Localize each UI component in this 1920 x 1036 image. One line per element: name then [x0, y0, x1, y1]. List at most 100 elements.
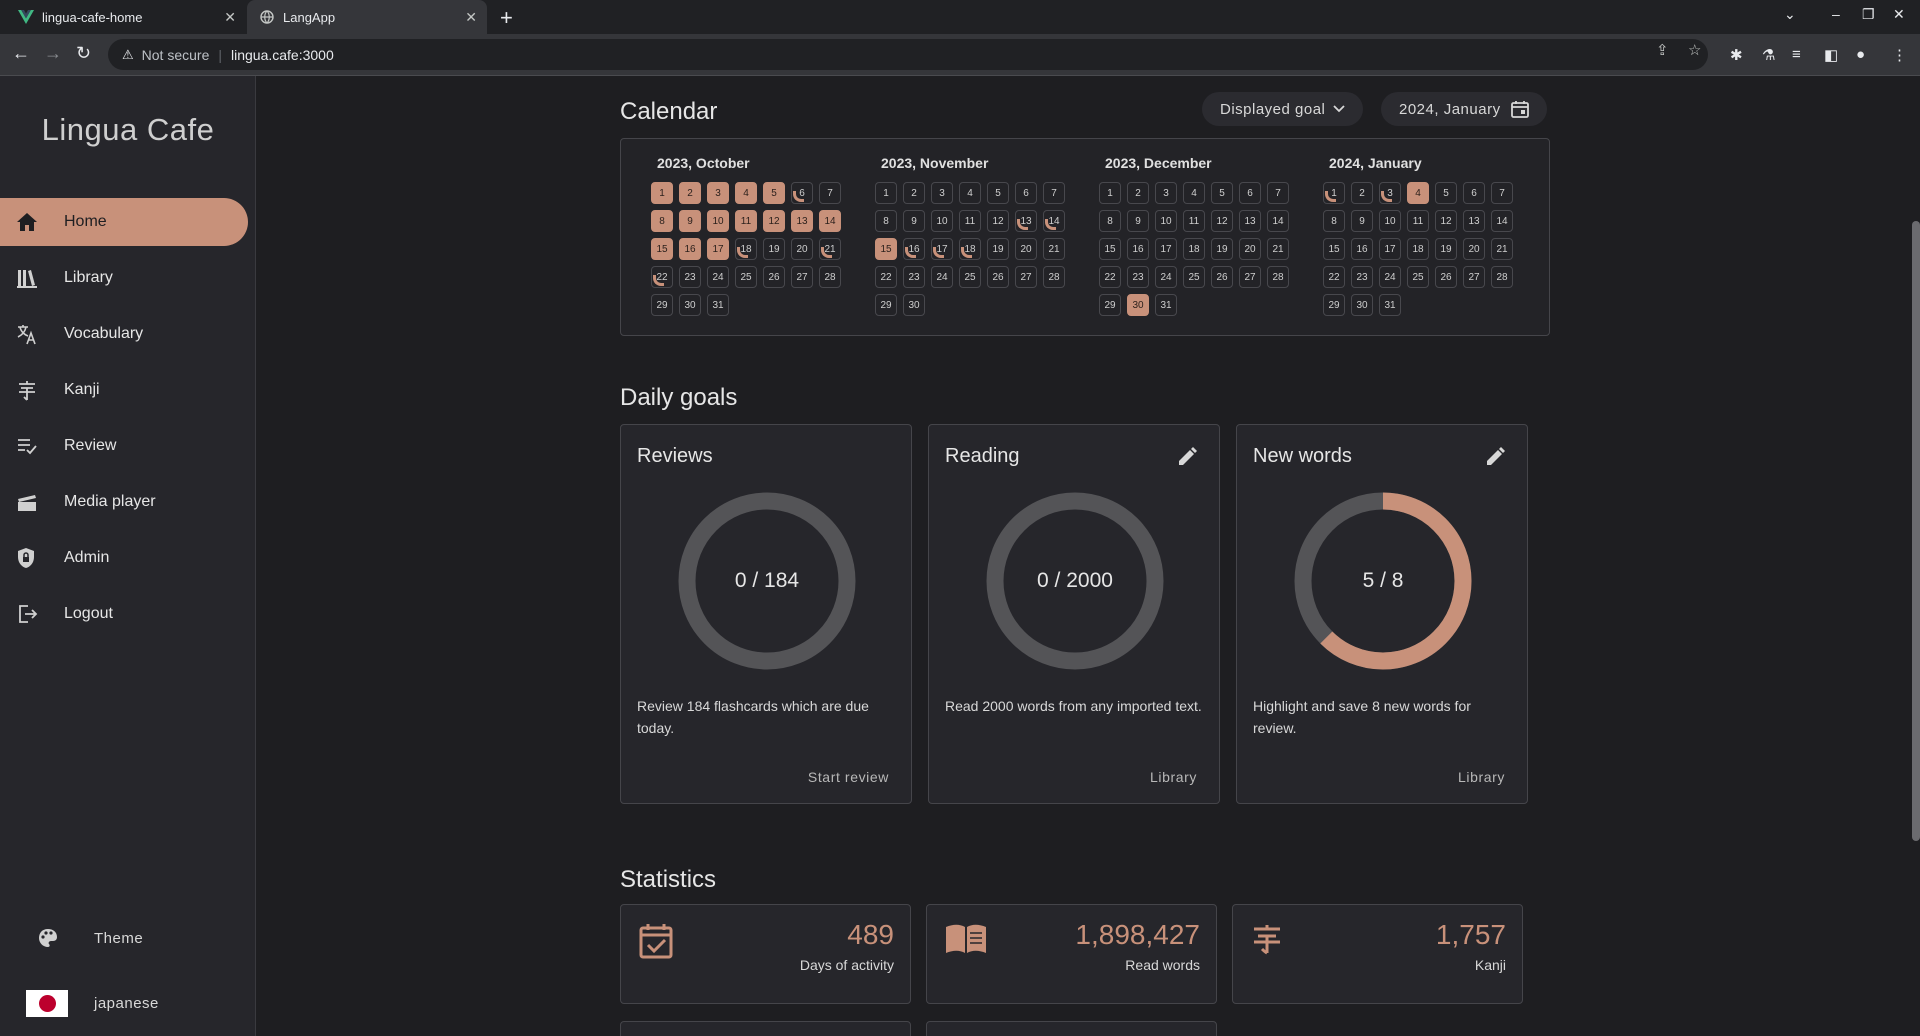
language-label: japanese — [94, 995, 159, 1012]
tab-search-chevron-icon[interactable]: ⌄ — [1784, 6, 1796, 23]
month-title: 2024, January — [1329, 155, 1422, 171]
sidebar-item-library[interactable]: Library — [0, 254, 248, 302]
calendar-day: 24 — [931, 266, 953, 288]
window-close-icon[interactable]: ✕ — [1893, 6, 1905, 23]
calendar-day: 21 — [1491, 238, 1513, 260]
browser-menu-icon[interactable]: ⋮ — [1892, 46, 1907, 64]
library-button[interactable]: Library — [1458, 769, 1505, 785]
calendar-day: 23 — [903, 266, 925, 288]
goal-card-new-words: New words 5 / 8 Highlight and save 8 new… — [1236, 424, 1528, 804]
calendar-month: 2023, December 1 2 3 4 5 6 7 8 9 10 11 12 13 14 15 16 17… — [1099, 155, 1299, 316]
browser-tab-langapp[interactable]: LangApp ✕ — [247, 0, 487, 34]
warning-icon[interactable]: ⚠ — [122, 47, 134, 63]
theme-label: Theme — [94, 929, 144, 947]
japan-flag-icon — [26, 990, 68, 1017]
pencil-icon[interactable] — [1485, 447, 1505, 472]
sidebar-item-kanji[interactable]: Kanji — [0, 366, 248, 414]
page-scrollbar[interactable] — [1912, 221, 1920, 841]
calendar-month: 2023, October 1 2 3 4 5 6 7 8 9 10 11 12 13 14 15 16 17 1… — [651, 155, 851, 316]
forward-icon[interactable]: → — [44, 43, 62, 64]
vue-icon — [18, 9, 34, 25]
month-title: 2023, October — [657, 155, 750, 171]
calendar-day: 27 — [1239, 266, 1261, 288]
calendar-day: 28 — [1491, 266, 1513, 288]
reading-list-icon[interactable]: ≡ — [1792, 46, 1801, 63]
calendar-day: 6 — [1015, 182, 1037, 204]
displayed-goal-select[interactable]: Displayed goal — [1202, 92, 1364, 126]
calendar-day: 11 — [1407, 210, 1429, 232]
calendar-day: 9 — [679, 210, 701, 232]
month-select[interactable]: 2024, January — [1381, 92, 1547, 126]
calendar-day: 17 — [707, 238, 729, 260]
calendar-day: 24 — [1379, 266, 1401, 288]
calendar-day: 16 — [903, 238, 925, 260]
calendar-day: 3 — [931, 182, 953, 204]
restore-icon[interactable]: ❐ — [1862, 6, 1875, 23]
calendar-day: 22 — [1323, 266, 1345, 288]
calendar-day: 16 — [679, 238, 701, 260]
calendar-day: 22 — [875, 266, 897, 288]
month-days: 1 2 3 4 5 6 7 8 9 10 11 12 13 14 15 16 17 18 19 20 21 22 23 24 2… — [1323, 182, 1523, 316]
calendar-day: 5 — [1435, 182, 1457, 204]
url-text[interactable]: lingua.cafe:3000 — [231, 47, 334, 63]
calendar-day: 26 — [1435, 266, 1457, 288]
bookmark-star-icon[interactable]: ☆ — [1688, 41, 1701, 59]
minimize-icon[interactable]: – — [1832, 6, 1840, 22]
book-open-icon — [945, 923, 987, 960]
close-tab-icon[interactable]: ✕ — [465, 9, 477, 26]
calendar-day: 14 — [1043, 210, 1065, 232]
stat-value: 489 — [847, 919, 894, 950]
theme-button[interactable]: Theme — [0, 928, 256, 948]
profile-avatar-icon[interactable]: ● — [1856, 46, 1865, 63]
goal-description: Read 2000 words from any imported text. — [945, 698, 1202, 714]
sidebar-item-vocabulary[interactable]: Vocabulary — [0, 310, 248, 358]
month-select-label: 2024, January — [1399, 100, 1501, 118]
security-label[interactable]: Not secure — [142, 47, 210, 63]
calendar-day: 3 — [1379, 182, 1401, 204]
browser-tab-lingua-cafe-home[interactable]: lingua-cafe-home ✕ — [6, 0, 246, 34]
calendar-day: 10 — [707, 210, 729, 232]
shield-icon — [0, 547, 56, 569]
calendar-day: 3 — [707, 182, 729, 204]
goal-title: New words — [1253, 445, 1352, 467]
calendar-day: 17 — [931, 238, 953, 260]
pencil-icon[interactable] — [1177, 447, 1197, 472]
sidebar-item-admin[interactable]: Admin — [0, 534, 248, 582]
sidebar-item-media-player[interactable]: Media player — [0, 478, 248, 526]
stat-card-partial — [926, 1021, 1217, 1036]
labs-flask-icon[interactable]: ⚗ — [1762, 46, 1775, 64]
calendar-day: 26 — [1211, 266, 1233, 288]
back-icon[interactable]: ← — [12, 43, 30, 64]
stat-label: Read words — [1125, 957, 1200, 973]
calendar-day: 10 — [1379, 210, 1401, 232]
displayed-goal-label: Displayed goal — [1220, 100, 1326, 118]
close-tab-icon[interactable]: ✕ — [224, 9, 236, 26]
sidebar-item-home[interactable]: Home — [0, 198, 248, 246]
new-tab-icon[interactable]: + — [500, 5, 513, 31]
share-icon[interactable]: ⇪ — [1656, 41, 1669, 59]
reload-icon[interactable]: ↻ — [76, 43, 91, 64]
calendar-day: 8 — [1099, 210, 1121, 232]
sidebar-item-label: Review — [64, 437, 117, 454]
goal-title: Reviews — [637, 445, 713, 467]
language-button[interactable]: japanese — [0, 990, 256, 1017]
sidebar-item-review[interactable]: Review — [0, 422, 248, 470]
sidebar-item-label: Home — [64, 213, 107, 230]
extensions-icon[interactable]: ✱ — [1730, 46, 1743, 64]
omnibox[interactable]: ⚠ Not secure | lingua.cafe:3000 — [108, 39, 1708, 70]
calendar-day: 22 — [651, 266, 673, 288]
calendar-day: 19 — [987, 238, 1009, 260]
sidebar-item-logout[interactable]: Logout — [0, 590, 248, 638]
calendar-day: 15 — [1099, 238, 1121, 260]
calendar-day: 16 — [1127, 238, 1149, 260]
side-panel-icon[interactable]: ◧ — [1824, 46, 1838, 64]
goal-description: Review 184 flashcards which are due toda… — [637, 698, 869, 736]
calendar-day: 2 — [1127, 182, 1149, 204]
library-button[interactable]: Library — [1150, 769, 1197, 785]
calendar-day: 7 — [819, 182, 841, 204]
calendar-day: 29 — [1323, 294, 1345, 316]
start-review-button[interactable]: Start review — [808, 769, 889, 785]
stat-label: Days of activity — [799, 957, 894, 973]
calendar-day: 31 — [1155, 294, 1177, 316]
goal-progress-text: 0 / 184 — [734, 569, 800, 592]
